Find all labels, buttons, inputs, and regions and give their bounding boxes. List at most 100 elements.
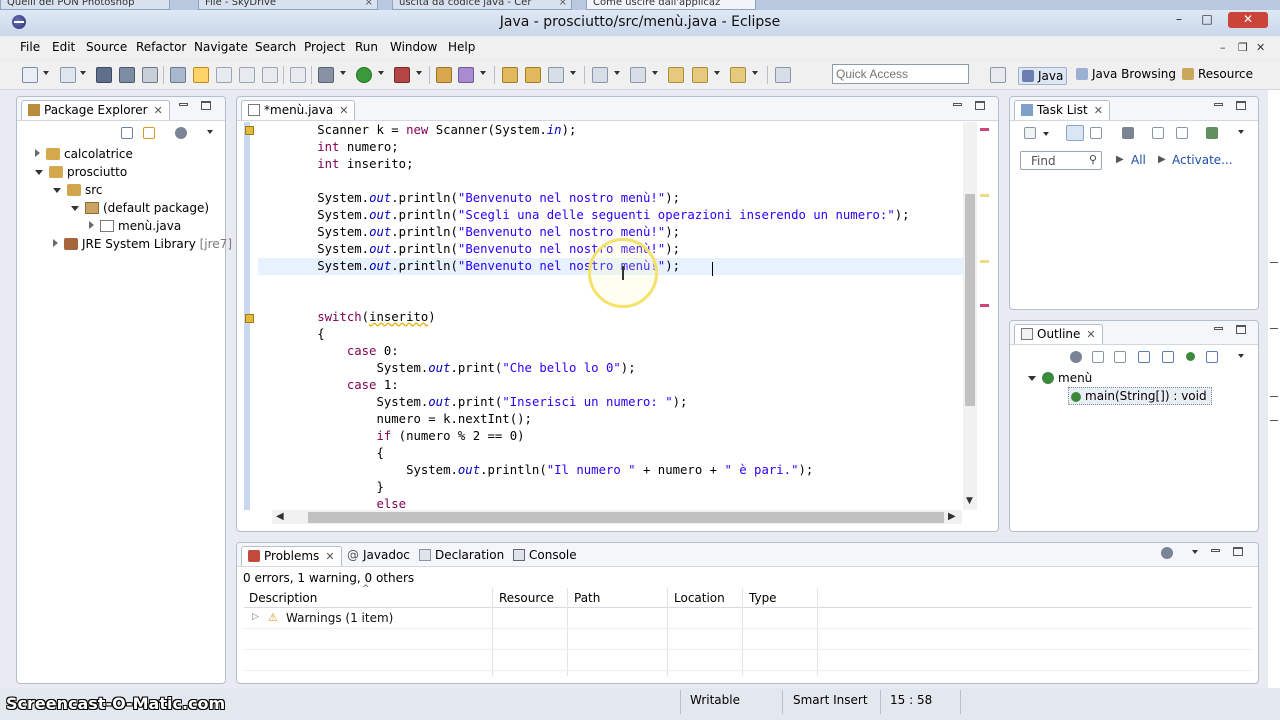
close-icon[interactable]: ✕ — [325, 550, 334, 563]
maximize-view-icon[interactable] — [201, 101, 211, 110]
tab-javadoc[interactable]: @ Javadoc — [341, 546, 416, 566]
tab-console[interactable]: Console — [507, 546, 583, 566]
menu-source[interactable]: Source — [86, 40, 127, 54]
collapse-all-icon[interactable] — [1092, 351, 1104, 363]
perspective-resource[interactable]: Resource — [1182, 67, 1253, 81]
search-icon[interactable] — [548, 67, 564, 83]
scroll-left-icon[interactable]: ◀ — [276, 511, 284, 522]
task-find-field[interactable]: Find ⚲ — [1020, 151, 1102, 170]
menu-search[interactable]: Search — [255, 40, 296, 54]
close-icon[interactable]: ✕ — [339, 104, 348, 117]
outline-method-item[interactable]: main(String[]) : void — [1068, 387, 1212, 405]
synchronize-icon[interactable] — [1206, 127, 1218, 139]
run-icon[interactable] — [356, 67, 372, 83]
public-members-icon[interactable] — [1186, 352, 1195, 361]
maximize-view-icon[interactable] — [1236, 101, 1246, 110]
collapse-icon[interactable] — [35, 170, 43, 175]
skip-breakpoints-icon[interactable] — [290, 67, 306, 83]
browser-tab[interactable]: uscita da codice java - Cer × — [392, 0, 572, 10]
chevron-down-icon[interactable] — [1238, 354, 1244, 358]
menu-help[interactable]: Help — [448, 40, 475, 54]
scroll-down-icon[interactable]: ▼ — [966, 496, 973, 506]
close-icon[interactable]: ✕ — [154, 104, 163, 117]
chevron-down-icon[interactable] — [340, 71, 346, 75]
menu-refactor[interactable]: Refactor — [136, 40, 186, 54]
browser-tab[interactable]: Come uscire dall'applicaz — [586, 0, 756, 10]
minimize-view-icon[interactable] — [1211, 549, 1220, 552]
view-menu-icon[interactable] — [175, 127, 187, 139]
perspective-java-browsing[interactable]: Java Browsing — [1076, 67, 1176, 81]
minimize-view-icon[interactable] — [179, 103, 188, 106]
overview-warning-mark[interactable] — [980, 304, 989, 307]
menu-window[interactable]: Window — [390, 40, 437, 54]
close-button[interactable]: ✕ — [1228, 12, 1268, 28]
new-java-project-icon[interactable] — [436, 67, 452, 83]
outline-class-item[interactable]: menù — [1028, 371, 1092, 385]
collapse-icon[interactable] — [1028, 376, 1036, 381]
tab-package-explorer[interactable]: Package Explorer ✕ — [21, 100, 170, 120]
scrollbar-thumb[interactable] — [308, 512, 944, 523]
categorized-icon[interactable] — [1066, 125, 1084, 141]
chevron-down-icon[interactable] — [378, 71, 384, 75]
menu-restore-icon[interactable]: ❐ — [1238, 41, 1248, 54]
activate-task-link[interactable]: Activate... — [1172, 153, 1233, 167]
chevron-down-icon[interactable] — [207, 130, 213, 134]
open-type-icon[interactable] — [170, 67, 186, 83]
search-icon[interactable]: ⚲ — [1089, 153, 1097, 166]
tree-item-menu-java[interactable]: menù.java — [89, 219, 181, 233]
table-row[interactable]: ▷ ⚠ Warnings (1 item) — [244, 608, 1252, 629]
scrollbar-thumb[interactable] — [965, 194, 975, 406]
chevron-down-icon[interactable] — [1238, 130, 1244, 134]
external-tools-icon[interactable] — [394, 67, 410, 83]
minimize-button[interactable]: – — [1166, 12, 1192, 28]
overview-occurrence-mark[interactable] — [980, 194, 989, 197]
close-icon[interactable]: × — [559, 0, 567, 9]
menu-project[interactable]: Project — [304, 40, 345, 54]
column-location[interactable]: Location — [674, 591, 725, 605]
menu-file[interactable]: File — [20, 40, 40, 54]
new-task-icon[interactable] — [1024, 127, 1036, 139]
chevron-down-icon[interactable] — [714, 71, 720, 75]
tab-declaration[interactable]: Declaration — [413, 546, 510, 566]
collapse-all-icon[interactable] — [1176, 127, 1188, 139]
chevron-down-icon[interactable] — [570, 71, 576, 75]
maximize-view-icon[interactable] — [1233, 547, 1243, 556]
chevron-down-icon[interactable] — [752, 71, 758, 75]
pin-editor-icon[interactable] — [775, 67, 791, 83]
chevron-down-icon[interactable] — [614, 71, 620, 75]
tree-item-prosciutto[interactable]: prosciutto — [35, 165, 127, 179]
tree-item-calcolatrice[interactable]: calcolatrice — [35, 147, 133, 161]
code-editor[interactable]: Scanner k = new Scanner(System.in); int … — [258, 122, 964, 510]
hide-fields-icon[interactable] — [1114, 351, 1126, 363]
column-type[interactable]: Type — [749, 591, 777, 605]
chevron-down-icon[interactable] — [480, 71, 486, 75]
chevron-down-icon[interactable] — [652, 71, 658, 75]
tree-item-src[interactable]: src — [53, 183, 103, 197]
minimize-view-icon[interactable] — [953, 103, 962, 106]
debug-icon[interactable] — [318, 67, 334, 83]
back-arrow-icon[interactable] — [692, 67, 708, 83]
close-icon[interactable]: ✕ — [1094, 104, 1103, 117]
perspective-java[interactable]: Java — [1018, 67, 1068, 85]
column-resource[interactable]: Resource — [499, 591, 554, 605]
menu-minimize-icon[interactable]: – — [1220, 41, 1226, 54]
hide-non-public-icon[interactable] — [1162, 351, 1174, 363]
scroll-right-icon[interactable]: ▶ — [948, 511, 956, 522]
hide-local-types-icon[interactable] — [1206, 351, 1218, 363]
task-filter-all-link[interactable]: All — [1131, 153, 1146, 167]
show-whitespace-icon[interactable] — [239, 67, 255, 83]
minimize-view-icon[interactable] — [1214, 327, 1223, 330]
maximize-view-icon[interactable] — [1236, 325, 1246, 334]
tab-problems[interactable]: Problems ✕ — [241, 546, 342, 566]
warning-icon[interactable] — [245, 126, 254, 135]
warning-icon[interactable] — [245, 314, 254, 323]
expand-icon[interactable] — [53, 239, 58, 247]
maximize-view-icon[interactable] — [975, 101, 985, 110]
chevron-down-icon[interactable] — [1043, 132, 1049, 136]
pilcrow-icon[interactable] — [262, 67, 278, 83]
tree-item-default-package[interactable]: (default package) — [71, 201, 209, 215]
block-selection-icon[interactable] — [216, 67, 232, 83]
open-folder-icon[interactable] — [502, 67, 518, 83]
column-description[interactable]: Description — [249, 591, 317, 605]
toggle-mark-occurrences-icon[interactable] — [193, 67, 209, 83]
